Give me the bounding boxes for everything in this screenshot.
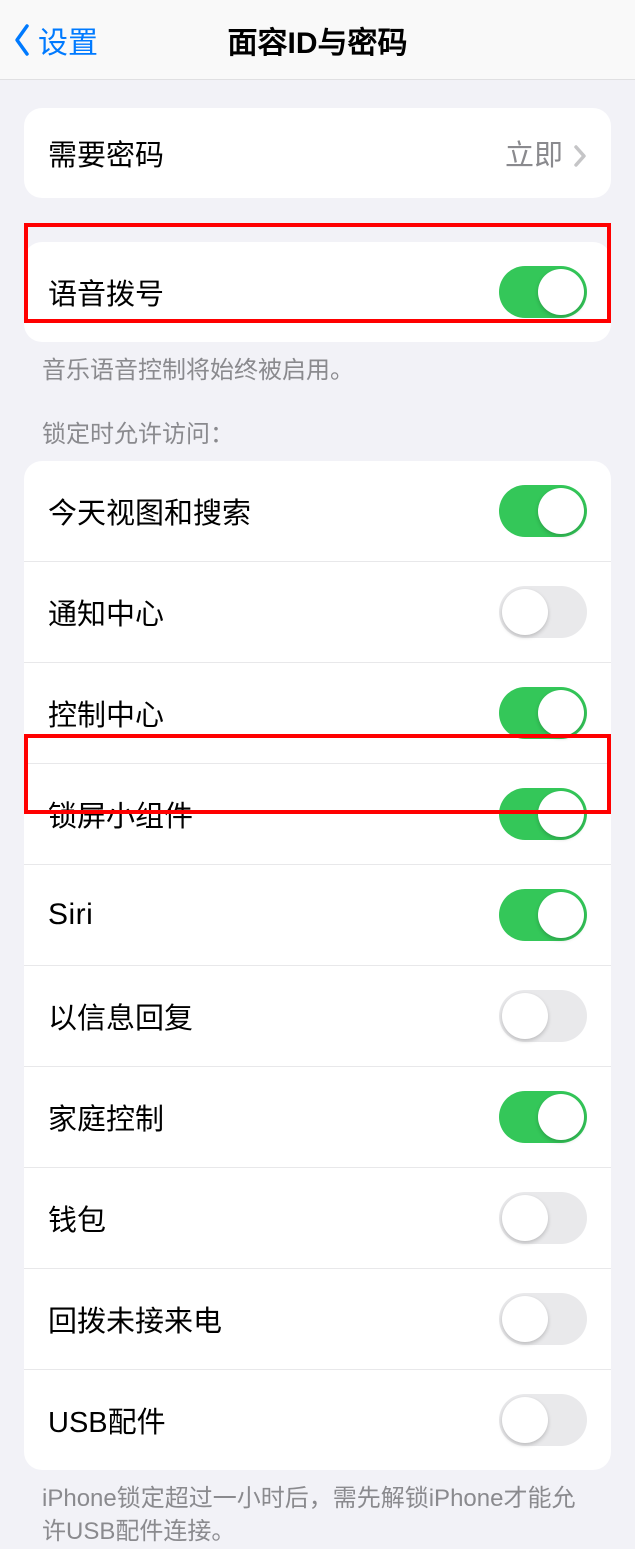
toggle-knob xyxy=(538,269,584,315)
lock-access-item-label: 回拨未接来电 xyxy=(48,1298,222,1340)
lock-access-item-toggle[interactable] xyxy=(499,1192,587,1244)
lock-access-item-label: 以信息回复 xyxy=(48,995,193,1037)
lock-access-row: USB配件 xyxy=(24,1369,611,1470)
toggle-knob xyxy=(538,791,584,837)
lock-access-footer: iPhone锁定超过一小时后，需先解锁iPhone才能允许USB配件连接。 xyxy=(42,1482,593,1549)
lock-access-item-label: 今天视图和搜索 xyxy=(48,490,251,532)
content-area: 需要密码 立即 语音拨号 音乐语音控制将始终被启用。 锁定时允许访问： 今天视图… xyxy=(0,80,635,1549)
lock-access-item-label: 家庭控制 xyxy=(48,1096,164,1138)
toggle-knob xyxy=(538,690,584,736)
toggle-knob xyxy=(538,488,584,534)
require-passcode-label: 需要密码 xyxy=(48,132,164,174)
require-passcode-group: 需要密码 立即 xyxy=(24,108,611,198)
lock-access-row: 锁屏小组件 xyxy=(24,763,611,864)
voice-dial-toggle[interactable] xyxy=(499,266,587,318)
lock-access-item-label: USB配件 xyxy=(48,1399,166,1441)
navigation-bar: 设置 面容ID与密码 xyxy=(0,0,635,80)
lock-access-item-toggle[interactable] xyxy=(499,586,587,638)
lock-access-group: 今天视图和搜索通知中心控制中心锁屏小组件 Siri 以信息回复家庭控制钱包回拨未接来… xyxy=(24,461,611,1470)
voice-dial-footer: 音乐语音控制将始终被启用。 xyxy=(42,354,593,388)
lock-access-row: 钱包 xyxy=(24,1167,611,1268)
toggle-knob xyxy=(538,892,584,938)
require-passcode-value: 立即 xyxy=(505,132,563,174)
lock-access-item-toggle[interactable] xyxy=(499,687,587,739)
voice-dial-row: 语音拨号 xyxy=(24,242,611,342)
lock-access-header: 锁定时允许访问： xyxy=(42,414,593,449)
lock-access-item-toggle[interactable] xyxy=(499,889,587,941)
lock-access-row: Siri xyxy=(24,864,611,965)
lock-access-item-label: Siri xyxy=(48,898,93,932)
voice-dial-label: 语音拨号 xyxy=(48,271,164,313)
lock-access-row: 控制中心 xyxy=(24,662,611,763)
lock-access-row: 回拨未接来电 xyxy=(24,1268,611,1369)
require-passcode-value-container: 立即 xyxy=(505,132,587,174)
chevron-left-icon xyxy=(12,23,32,57)
lock-access-item-toggle[interactable] xyxy=(499,788,587,840)
lock-access-row: 今天视图和搜索 xyxy=(24,461,611,561)
lock-access-item-toggle[interactable] xyxy=(499,1394,587,1446)
lock-access-item-toggle[interactable] xyxy=(499,990,587,1042)
toggle-knob xyxy=(502,589,548,635)
toggle-knob xyxy=(502,1296,548,1342)
lock-access-row: 通知中心 xyxy=(24,561,611,662)
toggle-knob xyxy=(538,1094,584,1140)
lock-access-item-toggle[interactable] xyxy=(499,1293,587,1345)
lock-access-row: 家庭控制 xyxy=(24,1066,611,1167)
toggle-knob xyxy=(502,993,548,1039)
require-passcode-row[interactable]: 需要密码 立即 xyxy=(24,108,611,198)
lock-access-item-label: 钱包 xyxy=(48,1197,106,1239)
chevron-right-icon xyxy=(573,142,587,164)
lock-access-item-label: 锁屏小组件 xyxy=(48,793,193,835)
voice-dial-group: 语音拨号 xyxy=(24,242,611,342)
lock-access-item-label: 控制中心 xyxy=(48,692,164,734)
lock-access-item-label: 通知中心 xyxy=(48,591,164,633)
toggle-knob xyxy=(502,1195,548,1241)
back-label: 设置 xyxy=(38,18,98,62)
lock-access-row: 以信息回复 xyxy=(24,965,611,1066)
toggle-knob xyxy=(502,1397,548,1443)
lock-access-item-toggle[interactable] xyxy=(499,1091,587,1143)
lock-access-item-toggle[interactable] xyxy=(499,485,587,537)
back-button[interactable]: 设置 xyxy=(12,18,98,62)
